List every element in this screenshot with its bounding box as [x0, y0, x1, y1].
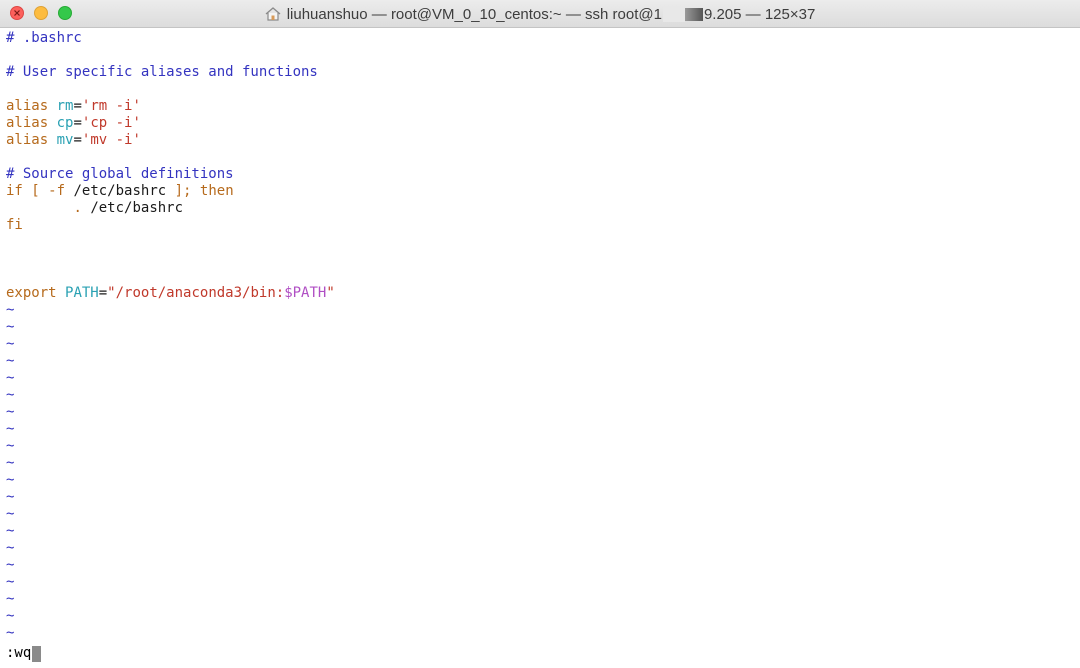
- keyword-if: if: [6, 183, 23, 199]
- home-icon: [265, 7, 281, 21]
- tilde-line: ~: [6, 489, 15, 505]
- terminal-window: liuhuanshuo — root@VM_0_10_centos:~ — ss…: [0, 0, 1080, 668]
- tilde-line: ~: [6, 472, 15, 488]
- tilde-line: ~: [6, 404, 15, 420]
- keyword-then: then: [199, 183, 234, 199]
- window-title-suffix: 9.205 — 125×37: [703, 5, 816, 23]
- keyword-export: export: [6, 285, 57, 301]
- keyword-alias: alias: [6, 98, 49, 114]
- tilde-line: ~: [6, 370, 15, 386]
- window-title: liuhuanshuo — root@VM_0_10_centos:~ — ss…: [0, 0, 1080, 28]
- tilde-line: ~: [6, 319, 15, 335]
- test-open: [: [31, 183, 40, 199]
- equals-sign: =: [98, 285, 108, 301]
- tilde-line: ~: [6, 557, 15, 573]
- equals-sign: =: [73, 115, 82, 131]
- test-flag: -f: [48, 183, 66, 199]
- alias-name: cp: [56, 115, 74, 131]
- code-line: alias cp='cp -i': [0, 115, 1080, 132]
- equals-sign: =: [73, 132, 82, 148]
- equals-sign: =: [73, 98, 82, 114]
- code-line: fi: [6, 217, 23, 233]
- code-line: # Source global definitions: [6, 166, 234, 182]
- keyword-alias: alias: [6, 115, 49, 131]
- tilde-line: ~: [6, 421, 15, 437]
- alias-name: rm: [56, 98, 74, 114]
- test-close: ];: [174, 183, 192, 199]
- tilde-line: ~: [6, 455, 15, 471]
- empty-buffer-lines: ~ ~ ~ ~ ~ ~ ~ ~ ~ ~ ~ ~ ~ ~ ~ ~ ~ ~ ~ ~: [0, 302, 1080, 642]
- window-title-prefix: liuhuanshuo — root@VM_0_10_centos:~ — ss…: [286, 5, 662, 23]
- path-string: "/root/anaconda3/bin:: [107, 285, 285, 301]
- code-line: if [ -f /etc/bashrc ]; then: [0, 183, 1080, 200]
- title-redaction: [662, 6, 703, 22]
- path-variable: $PATH: [284, 285, 327, 301]
- tilde-line: ~: [6, 540, 15, 556]
- source-dot: .: [73, 200, 82, 216]
- string-end: ": [326, 285, 335, 301]
- text-cursor: [32, 645, 42, 662]
- command-line[interactable]: :wq: [6, 645, 42, 662]
- keyword-alias: alias: [6, 132, 49, 148]
- code-line: alias rm='rm -i': [0, 98, 1080, 115]
- test-path: /etc/bashrc: [73, 183, 167, 199]
- tilde-line: ~: [6, 608, 15, 624]
- variable-name: PATH: [65, 285, 99, 301]
- tilde-line: ~: [6, 336, 15, 352]
- code-line: # .bashrc: [6, 30, 82, 46]
- code-line: export PATH="/root/anaconda3/bin:$PATH": [0, 285, 1080, 302]
- code-line: alias mv='mv -i': [0, 132, 1080, 149]
- tilde-line: ~: [6, 591, 15, 607]
- alias-value: 'cp -i': [81, 115, 141, 131]
- tilde-line: ~: [6, 574, 15, 590]
- title-bar[interactable]: liuhuanshuo — root@VM_0_10_centos:~ — ss…: [0, 0, 1080, 28]
- tilde-line: ~: [6, 523, 15, 539]
- code-line: . /etc/bashrc: [0, 200, 1080, 217]
- tilde-line: ~: [6, 353, 15, 369]
- tilde-line: ~: [6, 506, 15, 522]
- alias-value: 'mv -i': [81, 132, 141, 148]
- tilde-line: ~: [6, 302, 15, 318]
- vim-editor[interactable]: # .bashrc # User specific aliases and fu…: [0, 28, 1080, 668]
- alias-value: 'rm -i': [81, 98, 141, 114]
- command-text: :wq: [6, 645, 32, 661]
- source-path: /etc/bashrc: [90, 200, 184, 216]
- code-line: # User specific aliases and functions: [6, 64, 318, 80]
- alias-name: mv: [56, 132, 74, 148]
- tilde-line: ~: [6, 438, 15, 454]
- tilde-line: ~: [6, 387, 15, 403]
- tilde-line: ~: [6, 625, 15, 641]
